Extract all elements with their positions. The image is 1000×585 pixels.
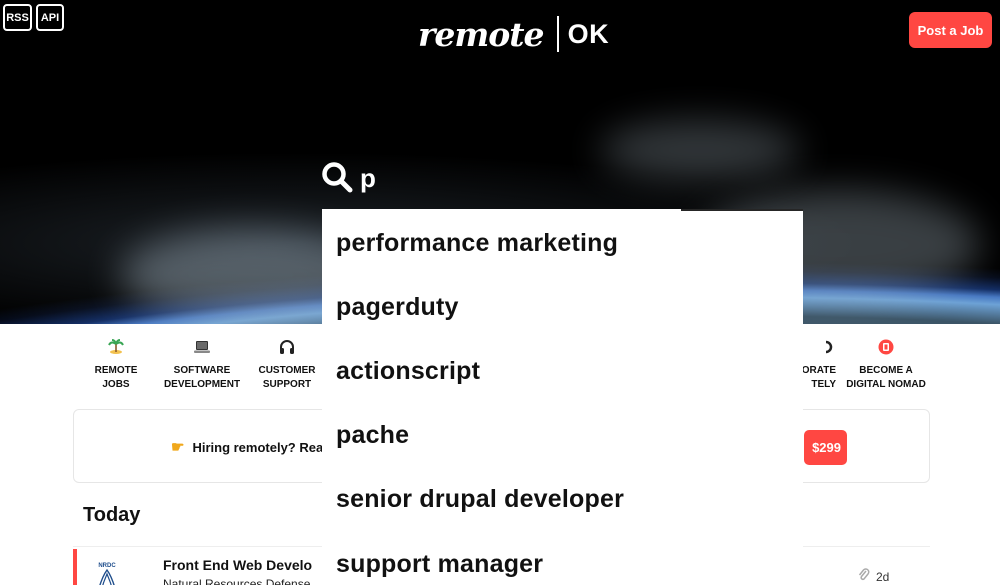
category-become-digital-nomad[interactable]: BECOME A DIGITAL NOMAD [843, 336, 929, 392]
company-logo-text: NRDC [98, 563, 116, 569]
remoteok-logo[interactable]: remote OK [418, 10, 609, 58]
category-label: BECOME A DIGITAL NOMAD [846, 365, 926, 390]
suggestion-item[interactable]: performance marketing [336, 229, 618, 258]
category-label: CUSTOMER SUPPORT [258, 365, 316, 390]
job-age: 2d [876, 570, 890, 584]
suggestion-item[interactable]: support manager [336, 550, 543, 579]
price-button[interactable]: $299 [804, 430, 847, 465]
partial-icon [826, 340, 833, 354]
headphones-icon [280, 340, 294, 354]
category-customer-support[interactable]: CUSTOMER SUPPORT [254, 336, 320, 392]
category-label: SOFTWARE DEVELOPMENT [163, 365, 241, 390]
section-title: Today [83, 504, 141, 526]
job-company: Natural Resources Defense [163, 577, 311, 585]
api-button[interactable]: API [36, 4, 64, 31]
banner-text-wrap: ☛ Hiring remotely? Reach [171, 438, 338, 456]
post-job-button[interactable]: Post a Job [909, 12, 992, 48]
category-label: REMOTE JOBS [94, 365, 138, 390]
highlight-bar [73, 549, 77, 585]
rss-button[interactable]: RSS [3, 4, 32, 31]
suggestion-item[interactable]: pache [336, 421, 409, 450]
search-input[interactable] [360, 158, 660, 198]
logo-ok: OK [567, 18, 610, 49]
suggestion-item[interactable]: pagerduty [336, 293, 459, 322]
paperclip-icon [858, 568, 870, 581]
search-suggestions-dropdown: performance marketing pagerduty actionsc… [322, 209, 803, 585]
nomad-badge-icon [878, 339, 894, 355]
dropdown-notch [681, 209, 803, 211]
logo-word: remote [418, 14, 545, 54]
laptop-icon [194, 341, 210, 353]
category-software-development[interactable]: SOFTWARE DEVELOPMENT [160, 336, 244, 392]
job-title[interactable]: Front End Web Develo [163, 557, 312, 573]
search-icon [322, 162, 353, 193]
suggestion-item[interactable]: actionscript [336, 357, 480, 386]
palm-island-icon [108, 339, 124, 354]
category-remote-jobs[interactable]: REMOTE JOBS [80, 336, 152, 392]
logo-separator [556, 16, 559, 52]
company-logo: NRDC [98, 563, 116, 585]
banner-text: Hiring remotely? Reach [192, 439, 339, 455]
pointing-hand-icon: ☛ [171, 439, 185, 456]
suggestion-item[interactable]: senior drupal developer [336, 485, 624, 514]
